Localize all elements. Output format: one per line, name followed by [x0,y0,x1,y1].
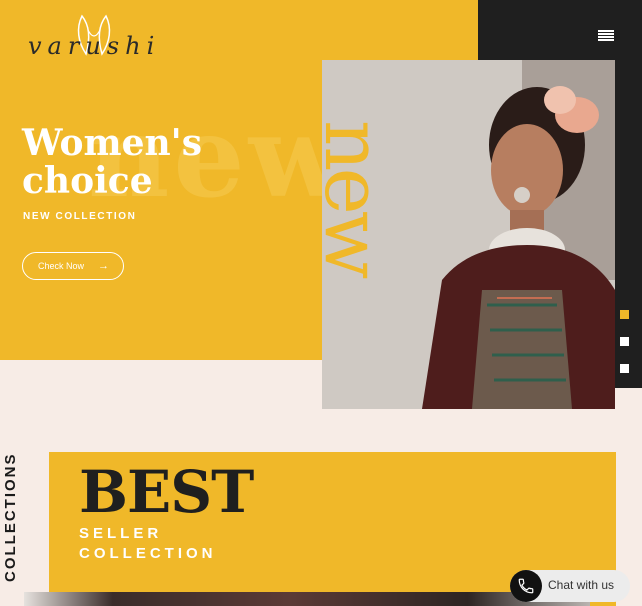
hero-subtitle: NEW COLLECTION [23,211,137,222]
slider-dot-1[interactable] [620,310,629,319]
best-title: BEST [79,458,254,526]
best-subtitle: SELLER COLLECTION [79,524,217,564]
best-sub-line2: COLLECTION [79,545,217,562]
hero-vertical-word: new [307,120,400,276]
chat-widget[interactable]: Chat with us [510,570,630,602]
collections-side-label: COLLECTIONS [2,452,19,583]
chat-label: Chat with us [548,578,615,592]
arrow-right-icon: → [98,260,110,272]
slider-dots [620,310,629,391]
menu-icon[interactable] [598,30,614,43]
slider-dot-3[interactable] [620,364,629,373]
slider-dot-2[interactable] [620,337,629,346]
check-now-label: Check Now [38,261,85,271]
hero-title-line1: Women's [22,122,202,164]
check-now-button[interactable]: Check Now → [22,252,124,280]
brand-logo[interactable]: varushi [24,10,154,66]
hero-title-line2: choice [22,160,153,202]
logo-text: varushi [28,32,161,60]
phone-icon [510,570,542,602]
hero-title: Women's choice [22,124,202,200]
best-sub-line1: SELLER [79,525,163,542]
